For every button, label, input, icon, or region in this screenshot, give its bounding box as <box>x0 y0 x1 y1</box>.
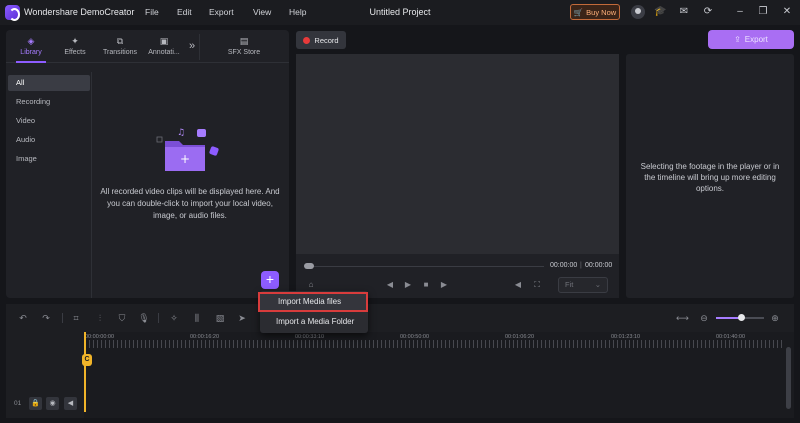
volume-icon[interactable]: ◀ <box>512 279 524 291</box>
tab-annotation[interactable]: ▣ Annotati... <box>144 30 184 63</box>
time-separator: | <box>580 262 582 269</box>
current-time: 00:00:00 <box>550 262 578 269</box>
tick-label: 00:00:33:10 <box>295 334 325 340</box>
import-media-files-item[interactable]: Import Media files <box>258 292 368 312</box>
tab-library-label: Library <box>20 49 42 56</box>
mute-track-icon[interactable]: ◀ <box>64 397 77 410</box>
play-icon[interactable]: ▶ <box>402 279 414 291</box>
more-tabs-icon[interactable]: » <box>186 30 198 63</box>
effects-icon: ✦ <box>71 36 79 46</box>
library-nav-image[interactable]: Image <box>8 151 90 167</box>
mail-icon[interactable]: ✉ <box>678 6 690 18</box>
tab-transitions-label: Transitions <box>103 49 137 56</box>
previous-frame-icon[interactable]: ◀ <box>384 279 396 291</box>
library-nav-recording[interactable]: Recording <box>8 94 90 110</box>
tab-transitions[interactable]: ⧉ Transitions <box>100 30 140 63</box>
library-nav-all[interactable]: All <box>8 75 90 91</box>
tab-sfx-store-label: SFX Store <box>227 49 261 56</box>
timeline-zoom-handle[interactable] <box>738 314 745 321</box>
timeline-ruler[interactable] <box>85 340 785 348</box>
marker-icon[interactable]: ⛉ <box>116 312 128 324</box>
tab-annotation-label: Annotati... <box>148 49 180 56</box>
import-media-folder-item[interactable]: Import a Media Folder <box>258 312 368 332</box>
cursor-icon[interactable]: ➤ <box>236 312 248 324</box>
audio-wave-icon[interactable]: ⫼ <box>191 312 203 324</box>
zoom-fit-select[interactable]: Fit ⌄ <box>558 277 608 293</box>
minimize-icon[interactable]: – <box>734 6 746 18</box>
svg-text:+: + <box>180 152 190 166</box>
toolbar-divider <box>158 313 159 323</box>
library-nav-audio[interactable]: Audio <box>8 132 90 148</box>
video-preview[interactable] <box>296 54 619 254</box>
redo-icon[interactable]: ↷ <box>40 312 52 324</box>
tick-label: 00:00:00:00 <box>85 334 115 340</box>
tab-effects[interactable]: ✦ Effects <box>56 30 94 63</box>
undo-icon[interactable]: ↶ <box>17 312 29 324</box>
empty-library-illustration: + ♫ <box>156 128 219 171</box>
zoom-in-icon[interactable]: ⊕ <box>769 312 781 324</box>
crop-icon[interactable]: ⌗ <box>70 312 82 324</box>
microphone-icon[interactable]: 🎙 <box>138 312 150 324</box>
export-arrow-icon: ⇪ <box>734 35 741 44</box>
export-label: Export <box>744 35 768 44</box>
buy-now-label: Buy Now <box>586 7 617 17</box>
library-nav-video[interactable]: Video <box>8 113 90 129</box>
chevron-down-icon: ⌄ <box>594 280 601 289</box>
tick-label: 00:01:06:20 <box>505 334 535 340</box>
empty-library-message: All recorded video clips will be display… <box>100 187 280 220</box>
tab-sfx-store[interactable]: ▤ SFX Store <box>222 30 266 63</box>
fit-timeline-icon[interactable]: ⟷ <box>676 312 689 324</box>
screen-icon[interactable]: ▧ <box>214 312 226 324</box>
buy-now-button[interactable]: 🛒 Buy Now <box>570 4 620 20</box>
active-tab-indicator <box>16 61 46 63</box>
annotation-icon: ▣ <box>159 36 169 46</box>
tick-label: 00:01:40:00 <box>716 334 746 340</box>
zoom-fit-value: Fit <box>565 280 574 289</box>
restore-icon[interactable]: ❐ <box>757 6 769 18</box>
seek-handle[interactable] <box>304 263 314 269</box>
graduation-cap-icon[interactable]: 🎓 <box>654 6 666 18</box>
lock-track-icon[interactable]: 🔒 <box>29 397 42 410</box>
zoom-out-icon[interactable]: ⊖ <box>698 312 710 324</box>
library-icon: ◈ <box>27 36 35 46</box>
add-media-button[interactable]: + <box>261 271 279 289</box>
seek-bar[interactable] <box>306 266 544 267</box>
next-frame-icon[interactable]: ▶ <box>438 279 450 291</box>
fullscreen-icon[interactable]: ⛶ <box>531 279 543 291</box>
tab-library[interactable]: ◈ Library <box>14 30 48 63</box>
tab-divider <box>199 34 200 60</box>
transitions-icon: ⧉ <box>116 36 124 46</box>
record-label: Record <box>314 35 339 45</box>
show-track-icon[interactable]: ◉ <box>46 397 59 410</box>
tick-label: 00:01:23:10 <box>611 334 641 340</box>
svg-text:♫: ♫ <box>177 128 185 138</box>
close-icon[interactable]: ✕ <box>781 6 793 18</box>
stop-icon[interactable]: ■ <box>420 279 432 291</box>
record-button[interactable]: Record <box>296 31 346 49</box>
tab-effects-label: Effects <box>64 49 86 56</box>
store-icon: ▤ <box>239 36 249 46</box>
export-button[interactable]: ⇪ Export <box>708 30 794 49</box>
tick-label: 00:00:50:00 <box>400 334 430 340</box>
snapshot-icon[interactable]: ⌂ <box>305 279 317 291</box>
playhead[interactable] <box>84 332 86 412</box>
cart-icon: 🛒 <box>573 7 584 17</box>
playhead-handle[interactable]: C <box>82 354 92 366</box>
split-icon[interactable]: ⫶ <box>94 312 106 324</box>
avatar[interactable] <box>631 5 645 19</box>
tick-label: 00:00:16:20 <box>190 334 220 340</box>
properties-hint: Selecting the footage in the player or i… <box>640 162 780 193</box>
timeline-scrollbar[interactable] <box>786 347 791 409</box>
record-dot-icon <box>303 36 311 44</box>
sync-icon[interactable]: ⟳ <box>702 6 714 18</box>
total-time: 00:00:00 <box>585 262 613 269</box>
toolbar-divider <box>62 313 63 323</box>
ai-effects-icon[interactable]: ✧ <box>168 312 180 324</box>
track-number: 01 <box>14 400 22 407</box>
